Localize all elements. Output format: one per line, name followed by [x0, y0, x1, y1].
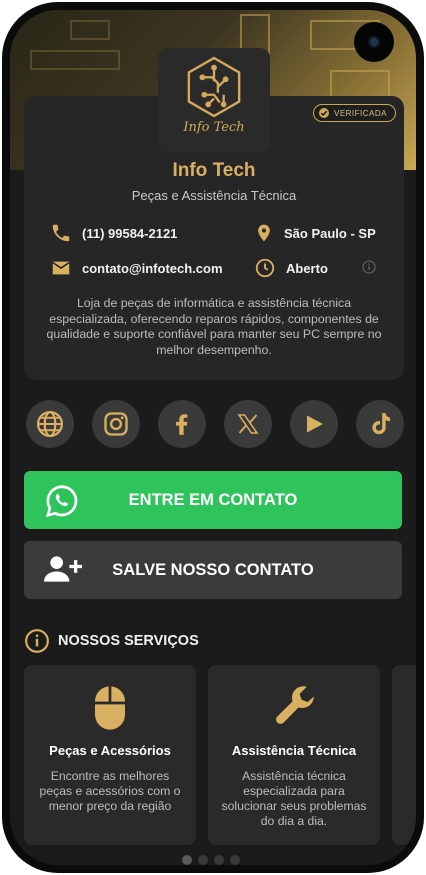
- screen: VERIFICADA Info Tech Peças e Assistência…: [10, 10, 416, 865]
- service-card[interactable]: Peças e Acessórios Encontre as melhores …: [24, 665, 196, 845]
- location-info: São Paulo - SP: [254, 222, 376, 244]
- carousel-dots: [182, 855, 240, 865]
- contact-button-label: ENTRE EM CONTATO: [128, 490, 298, 509]
- info-icon[interactable]: [362, 260, 376, 274]
- add-user-icon: [44, 556, 82, 582]
- carousel-dot[interactable]: [230, 855, 240, 865]
- save-contact-button[interactable]: SALVE NOSSO CONTATO: [24, 541, 402, 599]
- phone-icon: [52, 224, 70, 242]
- logo: Info Tech: [158, 48, 270, 152]
- mouse-icon: [95, 686, 125, 730]
- front-camera: [354, 22, 394, 62]
- location-text: São Paulo - SP: [284, 225, 376, 241]
- tiktok-icon[interactable]: [356, 400, 404, 448]
- carousel-dot[interactable]: [198, 855, 208, 865]
- info-circle-icon: [25, 629, 49, 653]
- service-card[interactable]: Assistência Técnica Assistência técnica …: [208, 665, 380, 845]
- status-text: Aberto: [286, 260, 328, 276]
- circuit-logo-icon: [187, 56, 241, 118]
- logo-text: Info Tech: [183, 120, 245, 135]
- opening-status: Aberto: [254, 257, 328, 279]
- phone-info[interactable]: (11) 99584-2121: [50, 222, 177, 244]
- youtube-icon[interactable]: [290, 400, 338, 448]
- x-icon[interactable]: [224, 400, 272, 448]
- service-description: Assistência técnica especializada para s…: [221, 769, 367, 828]
- email-address: contato@infotech.com: [82, 260, 223, 276]
- clock-icon: [255, 258, 275, 278]
- services-heading-label: NOSSOS SERVIÇOS: [58, 633, 199, 649]
- service-name: Peças e Acessórios: [49, 743, 171, 758]
- carousel-dot[interactable]: [214, 855, 224, 865]
- carousel-dot[interactable]: [182, 855, 192, 865]
- service-name: Assistência Técnica: [231, 743, 357, 758]
- instagram-icon[interactable]: [92, 400, 140, 448]
- check-circle-icon: [318, 108, 329, 118]
- mail-icon: [52, 261, 70, 275]
- business-name: Info Tech: [172, 160, 256, 181]
- map-pin-icon: [258, 224, 270, 242]
- whatsapp-contact-button[interactable]: ENTRE EM CONTATO: [24, 471, 402, 529]
- verified-badge: VERIFICADA: [312, 104, 396, 122]
- business-description: Loja de peças de informática e assistênc…: [46, 296, 382, 357]
- facebook-icon[interactable]: [158, 400, 206, 448]
- phone-frame: VERIFICADA Info Tech Peças e Assistência…: [2, 2, 424, 873]
- wrench-icon: [276, 686, 314, 724]
- social-links: [26, 400, 404, 448]
- whatsapp-icon: [45, 485, 78, 518]
- phone-number: (11) 99584-2121: [82, 225, 178, 241]
- save-button-label: SALVE NOSSO CONTATO: [112, 560, 314, 579]
- services-heading: NOSSOS SERVIÇOS: [24, 628, 199, 654]
- email-info[interactable]: contato@infotech.com: [50, 257, 223, 279]
- service-description: Encontre as melhores peças e acessórios …: [39, 769, 181, 813]
- service-card-partial[interactable]: [392, 665, 416, 845]
- badge-label: VERIFICADA: [333, 108, 387, 118]
- business-tagline: Peças e Assistência Técnica: [131, 188, 297, 203]
- globe-icon[interactable]: [26, 400, 74, 448]
